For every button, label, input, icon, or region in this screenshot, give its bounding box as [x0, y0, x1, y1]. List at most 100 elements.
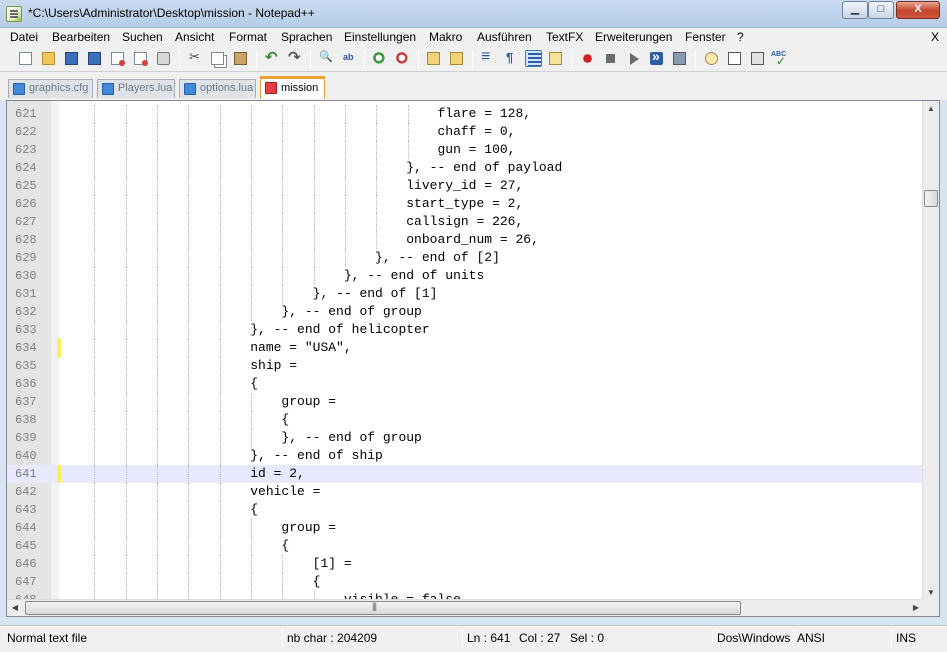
code-text[interactable]: {: [63, 411, 289, 429]
code-text[interactable]: onboard_num = 26,: [63, 231, 539, 249]
code-line[interactable]: 638 {: [7, 411, 922, 429]
sync-horizontal-button[interactable]: [448, 50, 465, 67]
code-line[interactable]: 621 flare = 128,: [7, 105, 922, 123]
redo-button[interactable]: [286, 48, 303, 67]
code-text[interactable]: }, -- end of [2]: [63, 249, 500, 267]
code-line[interactable]: 632 }, -- end of group: [7, 303, 922, 321]
code-text[interactable]: }, -- end of group: [63, 303, 421, 321]
close-document-button[interactable]: X: [931, 30, 939, 44]
code-line[interactable]: 634 name = "USA",: [7, 339, 922, 357]
horizontal-scroll-thumb[interactable]: [25, 601, 741, 615]
maximize-button[interactable]: □: [868, 1, 894, 19]
code-line[interactable]: 627 callsign = 226,: [7, 213, 922, 231]
new-file-button[interactable]: [17, 50, 34, 67]
code-line[interactable]: 629 }, -- end of [2]: [7, 249, 922, 267]
code-text[interactable]: }, -- end of units: [63, 267, 484, 285]
folder-workspace-button[interactable]: [749, 50, 766, 67]
code-editor[interactable]: 621 flare = 128, 622 chaff = 0, 623 gun = …: [6, 100, 940, 617]
code-line[interactable]: 630 }, -- end of units: [7, 267, 922, 285]
code-line[interactable]: 633 }, -- end of helicopter: [7, 321, 922, 339]
cut-button[interactable]: [187, 49, 204, 67]
code-line[interactable]: 643 {: [7, 501, 922, 519]
user-language-button[interactable]: [547, 50, 564, 67]
code-text[interactable]: name = "USA",: [63, 339, 351, 357]
code-line[interactable]: 639 }, -- end of group: [7, 429, 922, 447]
undo-button[interactable]: [263, 48, 280, 67]
code-text[interactable]: }, -- end of helicopter: [63, 321, 429, 339]
code-line[interactable]: 645 {: [7, 537, 922, 555]
menu-format[interactable]: Format: [229, 30, 267, 44]
menu-makro[interactable]: Makro: [429, 30, 462, 44]
code-text[interactable]: {: [63, 501, 258, 519]
word-wrap-button[interactable]: [479, 48, 496, 67]
code-lines[interactable]: 621 flare = 128, 622 chaff = 0, 623 gun = …: [7, 105, 922, 609]
notepad-plus-plus-app-icon[interactable]: [6, 6, 22, 22]
scroll-up-arrow-icon[interactable]: ▲: [923, 101, 939, 117]
code-line[interactable]: 647 {: [7, 573, 922, 591]
menu-textfx[interactable]: TextFX: [546, 30, 583, 44]
function-list-button[interactable]: [726, 50, 743, 67]
vertical-scrollbar[interactable]: ▲ ▼: [922, 101, 939, 601]
open-file-button[interactable]: [40, 50, 57, 67]
code-text[interactable]: chaff = 0,: [63, 123, 515, 141]
scroll-left-arrow-icon[interactable]: ◀: [7, 600, 23, 616]
code-text[interactable]: group =: [63, 393, 344, 411]
code-text[interactable]: }, -- end of ship: [63, 447, 383, 465]
code-text[interactable]: ship =: [63, 357, 305, 375]
code-line[interactable]: 624 }, -- end of payload: [7, 159, 922, 177]
sync-vertical-button[interactable]: [425, 50, 442, 67]
code-line[interactable]: 625 livery_id = 27,: [7, 177, 922, 195]
tab-graphics-cfg[interactable]: graphics.cfg: [8, 79, 93, 98]
code-text[interactable]: }, -- end of group: [63, 429, 421, 447]
menu-help[interactable]: ?: [737, 30, 744, 44]
close-window-button[interactable]: X: [896, 1, 940, 19]
menu-erweiterungen[interactable]: Erweiterungen: [595, 30, 672, 44]
code-line[interactable]: 636 {: [7, 375, 922, 393]
paste-button[interactable]: [232, 50, 249, 67]
run-macro-multiple-button[interactable]: [648, 48, 665, 67]
code-line[interactable]: 646 [1] =: [7, 555, 922, 573]
save-all-button[interactable]: [86, 50, 103, 67]
menu-sprachen[interactable]: Sprachen: [281, 30, 332, 44]
code-line[interactable]: 644 group =: [7, 519, 922, 537]
show-all-chars-button[interactable]: [502, 50, 519, 67]
tab-options-lua[interactable]: options.lua: [179, 79, 256, 98]
code-text[interactable]: gun = 100,: [63, 141, 515, 159]
close-all-button[interactable]: [132, 50, 149, 67]
doc-map-button[interactable]: [703, 50, 720, 67]
minimize-button[interactable]: ▁: [842, 1, 868, 19]
save-macro-button[interactable]: [671, 50, 688, 67]
menu-fenster[interactable]: Fenster: [685, 30, 726, 44]
code-text[interactable]: {: [63, 573, 321, 591]
copy-button[interactable]: [209, 50, 226, 67]
menu-ansicht[interactable]: Ansicht: [175, 30, 214, 44]
code-text[interactable]: {: [63, 537, 289, 555]
play-macro-button[interactable]: [625, 50, 642, 67]
indent-guide-button[interactable]: [525, 50, 542, 67]
close-button[interactable]: [109, 50, 126, 67]
zoom-in-button[interactable]: [371, 50, 388, 67]
code-text[interactable]: }, -- end of [1]: [63, 285, 438, 303]
vertical-scroll-thumb[interactable]: [924, 190, 938, 207]
code-line[interactable]: 640 }, -- end of ship: [7, 447, 922, 465]
menu-suchen[interactable]: Suchen: [122, 30, 163, 44]
print-button[interactable]: [155, 50, 172, 67]
code-text[interactable]: callsign = 226,: [63, 213, 523, 231]
code-text[interactable]: flare = 128,: [63, 105, 531, 123]
code-line[interactable]: 622 chaff = 0,: [7, 123, 922, 141]
replace-button[interactable]: [341, 50, 358, 67]
spell-check-button[interactable]: [771, 50, 788, 68]
code-line[interactable]: 623 gun = 100,: [7, 141, 922, 159]
stop-macro-button[interactable]: [602, 50, 619, 67]
code-text[interactable]: start_type = 2,: [63, 195, 523, 213]
zoom-out-button[interactable]: [394, 50, 411, 67]
code-text[interactable]: id = 2,: [63, 465, 305, 483]
code-line[interactable]: 631 }, -- end of [1]: [7, 285, 922, 303]
code-text[interactable]: vehicle =: [63, 483, 328, 501]
code-line[interactable]: 637 group =: [7, 393, 922, 411]
menu-bearbeiten[interactable]: Bearbeiten: [52, 30, 110, 44]
code-line[interactable]: 642 vehicle =: [7, 483, 922, 501]
code-line[interactable]: 626 start_type = 2,: [7, 195, 922, 213]
code-text[interactable]: group =: [63, 519, 344, 537]
code-text[interactable]: [1] =: [63, 555, 359, 573]
